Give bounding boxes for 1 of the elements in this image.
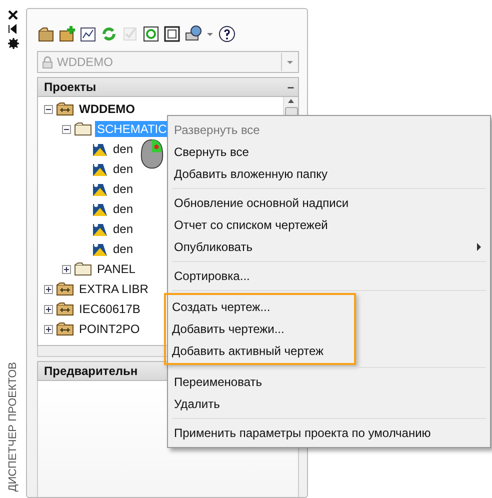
palette-title: ДИСПЕТЧЕР ПРОЕКТОВ [7, 362, 19, 492]
